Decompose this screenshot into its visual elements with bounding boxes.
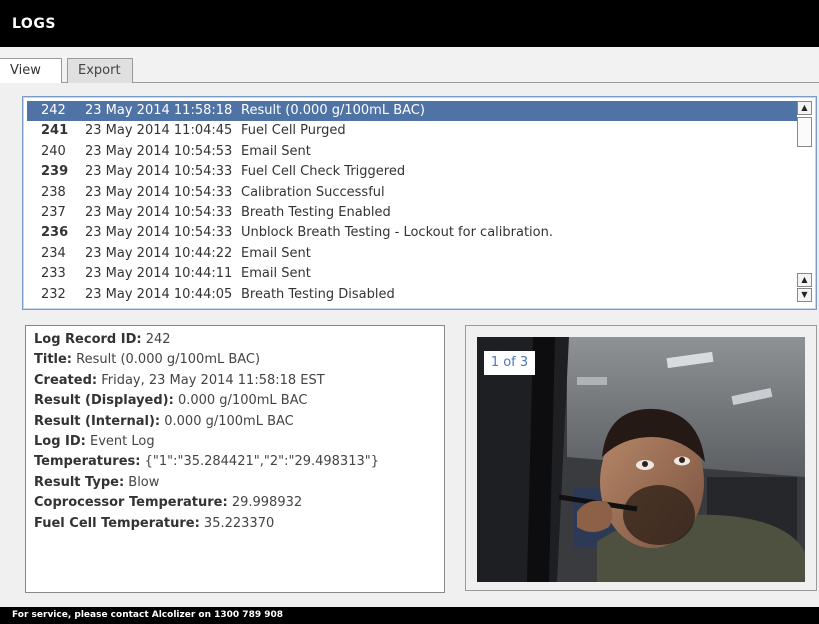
- log-row[interactable]: 238 23 May 2014 10:54:33 Calibration Succe…: [27, 183, 797, 203]
- log-row-date: 23 May 2014 11:04:45: [85, 123, 233, 139]
- log-row-date: 23 May 2014 10:54:33: [85, 204, 233, 220]
- service-contact-text: For service, please contact Alcolizer on…: [12, 610, 284, 620]
- detail-field-label: Log Record ID:: [34, 332, 142, 347]
- log-list[interactable]: 242 23 May 2014 11:58:18 Result (0.000 g/1…: [22, 96, 817, 310]
- log-row-message: Breath Testing Enabled: [241, 204, 391, 220]
- arrow-up-icon: ▲: [801, 103, 808, 112]
- view-panel: 242 23 May 2014 11:58:18 Result (0.000 g/1…: [0, 83, 819, 607]
- title-bar: LOGS: [0, 0, 819, 47]
- log-row[interactable]: 233 23 May 2014 10:44:11 Email Sent: [27, 264, 797, 284]
- scroll-thumb[interactable]: [797, 117, 812, 147]
- detail-field-label: Temperatures:: [34, 454, 141, 470]
- log-row-id: 240: [41, 143, 66, 159]
- log-row-id: 233: [41, 266, 66, 282]
- log-row[interactable]: 241 23 May 2014 11:04:45 Fuel Cell Purged: [27, 121, 797, 141]
- detail-field-value: 35.223370: [199, 515, 275, 531]
- detail-field: Result (Displayed): 0.000 g/100mL BAC: [34, 391, 436, 411]
- log-row-message: Email Sent: [241, 266, 311, 282]
- log-row-id: 242: [41, 103, 66, 118]
- log-row[interactable]: 239 23 May 2014 10:54:33 Fuel Cell Check T…: [27, 162, 797, 182]
- detail-field: Result (Internal): 0.000 g/100mL BAC: [34, 412, 436, 432]
- log-list-scrollbar[interactable]: ▲ ▲ ▼: [797, 101, 813, 305]
- log-row-message: Calibration Successful: [241, 184, 385, 200]
- log-row-id: 241: [41, 123, 69, 139]
- detail-field-value: {"1":"35.284421","2":"29.498313"}: [140, 454, 379, 470]
- log-row-message: Email Sent: [241, 245, 311, 261]
- log-row-id: 237: [41, 204, 66, 220]
- detail-field: Log Record ID: 242: [34, 330, 436, 350]
- photo-panel: 1 of 3: [465, 325, 817, 591]
- detail-field-label: Result (Internal):: [34, 413, 161, 429]
- tab-bar: View Export: [0, 47, 819, 84]
- log-row-id: 232: [41, 286, 66, 302]
- scroll-up-button[interactable]: ▲: [797, 101, 812, 115]
- detail-field-label: Log ID:: [34, 434, 86, 450]
- webcam-photo[interactable]: 1 of 3: [477, 337, 805, 582]
- log-row[interactable]: 237 23 May 2014 10:54:33 Breath Testing En…: [27, 203, 797, 223]
- detail-field: Title: Result (0.000 g/100mL BAC): [34, 350, 436, 370]
- log-row-message: Unblock Breath Testing - Lockout for cal…: [241, 225, 553, 241]
- detail-field-value: 29.998932: [227, 495, 303, 511]
- page-title: LOGS: [12, 16, 56, 32]
- tab-export[interactable]: Export: [67, 58, 133, 83]
- log-row-id: 239: [41, 164, 69, 180]
- log-row-id: 236: [41, 225, 69, 241]
- log-row[interactable]: 242 23 May 2014 11:58:18 Result (0.000 g/1…: [27, 101, 797, 122]
- scroll-down-button[interactable]: ▼: [797, 288, 812, 302]
- arrow-up-icon: ▲: [801, 275, 808, 284]
- log-row-date: 23 May 2014 10:54:33: [85, 184, 233, 200]
- scroll-up-button-lower[interactable]: ▲: [797, 273, 812, 287]
- detail-field-value: Friday, 23 May 2014 11:58:18 EST: [97, 372, 325, 388]
- log-row-date: 23 May 2014 10:54:33: [85, 225, 233, 241]
- log-row-id: 234: [41, 245, 66, 261]
- photo-counter: 1 of 3: [484, 351, 535, 375]
- log-row-id: 238: [41, 184, 66, 200]
- tab-view[interactable]: View: [0, 58, 62, 84]
- detail-field: Fuel Cell Temperature: 35.223370: [34, 514, 436, 534]
- detail-field-label: Coprocessor Temperature:: [34, 495, 228, 511]
- footer: For service, please contact Alcolizer on…: [0, 607, 819, 624]
- detail-field-value: Event Log: [85, 434, 155, 450]
- log-row-date: 23 May 2014 10:44:22: [85, 245, 233, 261]
- detail-field-label: Title:: [34, 352, 73, 368]
- log-row-message: Email Sent: [241, 143, 311, 159]
- detail-field-value: 0.000 g/100mL BAC: [173, 393, 308, 409]
- log-row-message: Result (0.000 g/100mL BAC): [241, 103, 425, 118]
- detail-field: Coprocessor Temperature: 29.998932: [34, 493, 436, 513]
- detail-field-value: 0.000 g/100mL BAC: [160, 413, 294, 429]
- log-rows: 242 23 May 2014 11:58:18 Result (0.000 g/1…: [27, 101, 797, 305]
- log-row[interactable]: 234 23 May 2014 10:44:22 Email Sent: [27, 244, 797, 264]
- detail-field-value: 242: [141, 332, 171, 347]
- detail-field-value: Blow: [124, 474, 160, 490]
- log-row-date: 23 May 2014 11:58:18: [85, 103, 233, 118]
- log-row-date: 23 May 2014 10:54:53: [85, 143, 233, 159]
- detail-field: Temperatures: {"1":"35.284421","2":"29.4…: [34, 452, 436, 472]
- log-detail-panel: Log Record ID: 242 Title: Result (0.000 g…: [25, 325, 445, 593]
- detail-field: Created: Friday, 23 May 2014 11:58:18 ES…: [34, 371, 436, 391]
- log-row-date: 23 May 2014 10:44:05: [85, 286, 233, 302]
- log-row[interactable]: 232 23 May 2014 10:44:05 Breath Testing Di…: [27, 285, 797, 305]
- detail-field-label: Result Type:: [34, 474, 125, 490]
- log-row-date: 23 May 2014 10:54:33: [85, 164, 233, 180]
- log-row-message: Fuel Cell Check Triggered: [241, 164, 406, 180]
- detail-field-label: Fuel Cell Temperature:: [34, 515, 200, 531]
- log-row-date: 23 May 2014 10:44:11: [85, 266, 233, 282]
- log-row-message: Fuel Cell Purged: [241, 123, 346, 139]
- detail-field: Log ID: Event Log: [34, 432, 436, 452]
- log-row-message: Breath Testing Disabled: [241, 286, 395, 302]
- log-row[interactable]: 236 23 May 2014 10:54:33 Unblock Breath Te…: [27, 223, 797, 243]
- log-row[interactable]: 240 23 May 2014 10:54:53 Email Sent: [27, 142, 797, 162]
- detail-field: Result Type: Blow: [34, 473, 436, 493]
- arrow-down-icon: ▼: [801, 290, 808, 299]
- detail-field-label: Result (Displayed):: [34, 393, 174, 409]
- detail-field-label: Created:: [34, 372, 98, 388]
- detail-field-value: Result (0.000 g/100mL BAC): [72, 352, 261, 368]
